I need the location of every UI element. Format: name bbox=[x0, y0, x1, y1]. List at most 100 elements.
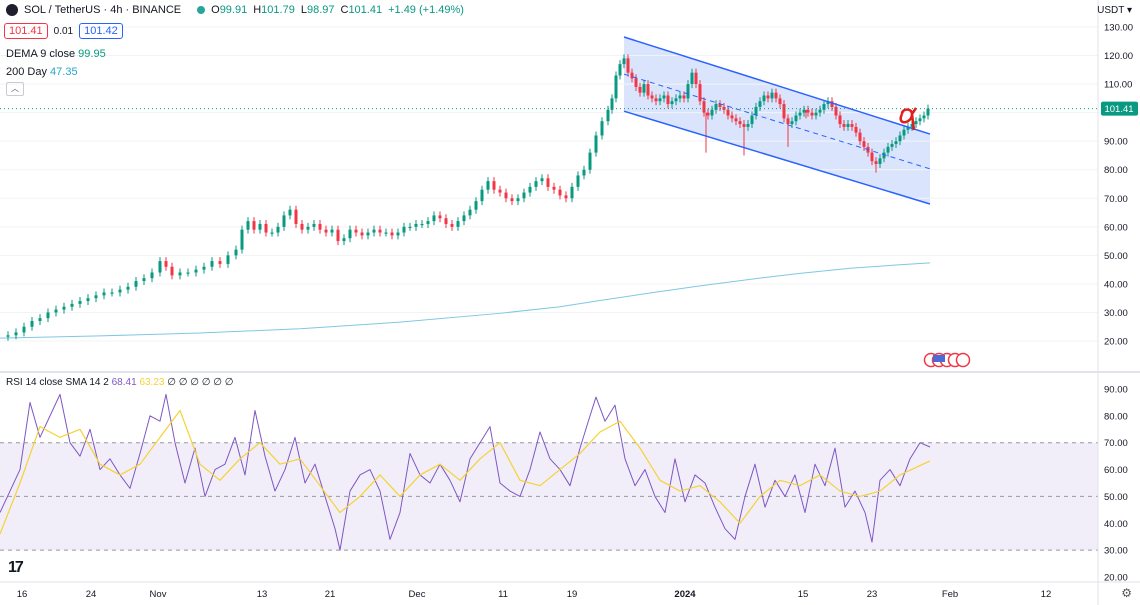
candle-body bbox=[402, 226, 406, 233]
rsi-tick-label: 60.00 bbox=[1104, 465, 1128, 476]
candle-body bbox=[258, 223, 262, 230]
rsi-legend[interactable]: RSI 14 close SMA 14 2 68.41 63.23 ∅ ∅ ∅ … bbox=[6, 377, 233, 388]
candle-body bbox=[312, 223, 316, 227]
candle-body bbox=[288, 209, 292, 216]
candle-body bbox=[786, 118, 790, 125]
indicator-dema[interactable]: DEMA 9 close 99.95 bbox=[6, 48, 106, 60]
price-pane[interactable] bbox=[0, 0, 1098, 370]
price-tick-label: 110.00 bbox=[1104, 80, 1132, 91]
candle-body bbox=[662, 95, 666, 99]
symbol-header[interactable]: SOL / TetherUS · 4h · BINANCE O99.91 H10… bbox=[6, 4, 464, 16]
solana-logo-icon bbox=[6, 4, 18, 16]
time-tick-label: 13 bbox=[257, 589, 268, 600]
candle-body bbox=[790, 121, 794, 125]
tradingview-logo-icon[interactable]: 17 bbox=[8, 559, 24, 577]
candle-body bbox=[194, 269, 198, 273]
candle-body bbox=[444, 218, 448, 224]
candle-body bbox=[642, 84, 646, 93]
candle-body bbox=[674, 98, 678, 102]
candle-body bbox=[270, 232, 274, 234]
candle-body bbox=[226, 255, 230, 264]
rsi-pane[interactable] bbox=[0, 393, 1098, 551]
candle-body bbox=[678, 95, 682, 99]
candle-body bbox=[814, 112, 818, 116]
candle-body bbox=[414, 223, 418, 227]
collapse-indicators-icon[interactable]: ︿ bbox=[6, 82, 24, 96]
candle-body bbox=[534, 181, 538, 187]
market-open-icon bbox=[197, 6, 206, 14]
candle-body bbox=[894, 141, 898, 145]
ohlc-low-value: 98.97 bbox=[306, 4, 335, 16]
candle-body bbox=[456, 221, 460, 227]
flags-icon[interactable] bbox=[923, 352, 971, 368]
candle-body bbox=[862, 141, 866, 147]
candle-body bbox=[618, 64, 622, 76]
rsi-legend-name: RSI 14 close SMA 14 2 bbox=[6, 377, 109, 388]
time-axis[interactable]: 16 24 Nov 13 21 Dec 11 19 2024 15 23 Feb 12 bbox=[17, 589, 1052, 600]
candle-body bbox=[654, 98, 658, 102]
gear-icon[interactable]: ⚙ bbox=[1121, 586, 1132, 600]
price-axis[interactable]: 20.00 30.00 40.00 50.00 60.00 70.00 80.00 90.00… bbox=[1104, 23, 1133, 348]
candle-body bbox=[450, 223, 454, 227]
chart-canvas[interactable]: 20.00 30.00 40.00 50.00 60.00 70.00 80.00 90.00… bbox=[0, 0, 1140, 605]
ohlc-close-value: 101.41 bbox=[348, 4, 383, 16]
time-tick-label: 16 bbox=[17, 589, 28, 600]
sell-button[interactable]: 101.41 bbox=[4, 23, 48, 39]
time-tick-label: 23 bbox=[867, 589, 878, 600]
time-tick-label: Nov bbox=[150, 589, 167, 600]
candle-body bbox=[240, 229, 244, 250]
candle-body bbox=[510, 198, 514, 202]
candle-body bbox=[360, 232, 364, 236]
indicator-dema-value: 99.95 bbox=[78, 48, 106, 60]
symbol-title[interactable]: SOL / TetherUS · 4h · BINANCE bbox=[24, 4, 181, 16]
rsi-band bbox=[0, 442, 1098, 551]
candle-body bbox=[164, 261, 168, 267]
candle-body bbox=[492, 181, 496, 190]
rsi-legend-sma-value: 63.23 bbox=[139, 377, 165, 388]
time-tick-label: Feb bbox=[942, 589, 958, 600]
rsi-tick-label: 50.00 bbox=[1104, 492, 1128, 503]
candle-body bbox=[770, 92, 774, 99]
currency-select[interactable]: USDT ▾ bbox=[1097, 5, 1132, 16]
price-tick-label: 40.00 bbox=[1104, 279, 1128, 290]
candle-body bbox=[300, 223, 304, 230]
candle-body bbox=[706, 112, 710, 116]
candle-body bbox=[202, 266, 206, 270]
candle-body bbox=[738, 121, 742, 125]
candle-body bbox=[178, 272, 182, 276]
time-tick-label: 15 bbox=[798, 589, 809, 600]
candle-body bbox=[638, 86, 642, 93]
candle-body bbox=[582, 169, 586, 176]
candle-body bbox=[798, 112, 802, 116]
candle-body bbox=[886, 146, 890, 153]
candle-body bbox=[282, 215, 286, 227]
candle-body bbox=[306, 226, 310, 230]
candle-body bbox=[874, 161, 878, 165]
candle-body bbox=[690, 72, 694, 85]
candle-body bbox=[898, 135, 902, 142]
candle-body bbox=[758, 101, 762, 107]
candle-body bbox=[778, 98, 782, 105]
rsi-axis[interactable]: 20.00 30.00 40.00 50.00 60.00 70.00 80.00 90.00 bbox=[1104, 385, 1128, 584]
rsi-tick-label: 40.00 bbox=[1104, 519, 1128, 530]
candle-body bbox=[390, 232, 394, 236]
candle-body bbox=[870, 152, 874, 162]
candle-body bbox=[802, 109, 806, 113]
rsi-tick-label: 90.00 bbox=[1104, 385, 1128, 396]
price-tick-label: 120.00 bbox=[1104, 51, 1133, 62]
candle-body bbox=[600, 121, 604, 136]
candle-body bbox=[650, 95, 654, 99]
candle-body bbox=[766, 95, 770, 99]
buy-button[interactable]: 101.42 bbox=[79, 23, 123, 39]
time-tick-label: 21 bbox=[325, 589, 336, 600]
candle-body bbox=[702, 101, 706, 113]
indicator-200day[interactable]: 200 Day 47.35 bbox=[6, 66, 78, 78]
candle-body bbox=[806, 109, 810, 113]
candle-body bbox=[432, 215, 436, 222]
candle-body bbox=[118, 289, 122, 293]
candle-body bbox=[838, 115, 842, 125]
candle-body bbox=[170, 266, 174, 276]
candle-body bbox=[558, 189, 562, 196]
candle-body bbox=[794, 115, 798, 122]
rsi-tick-label: 30.00 bbox=[1104, 546, 1128, 557]
